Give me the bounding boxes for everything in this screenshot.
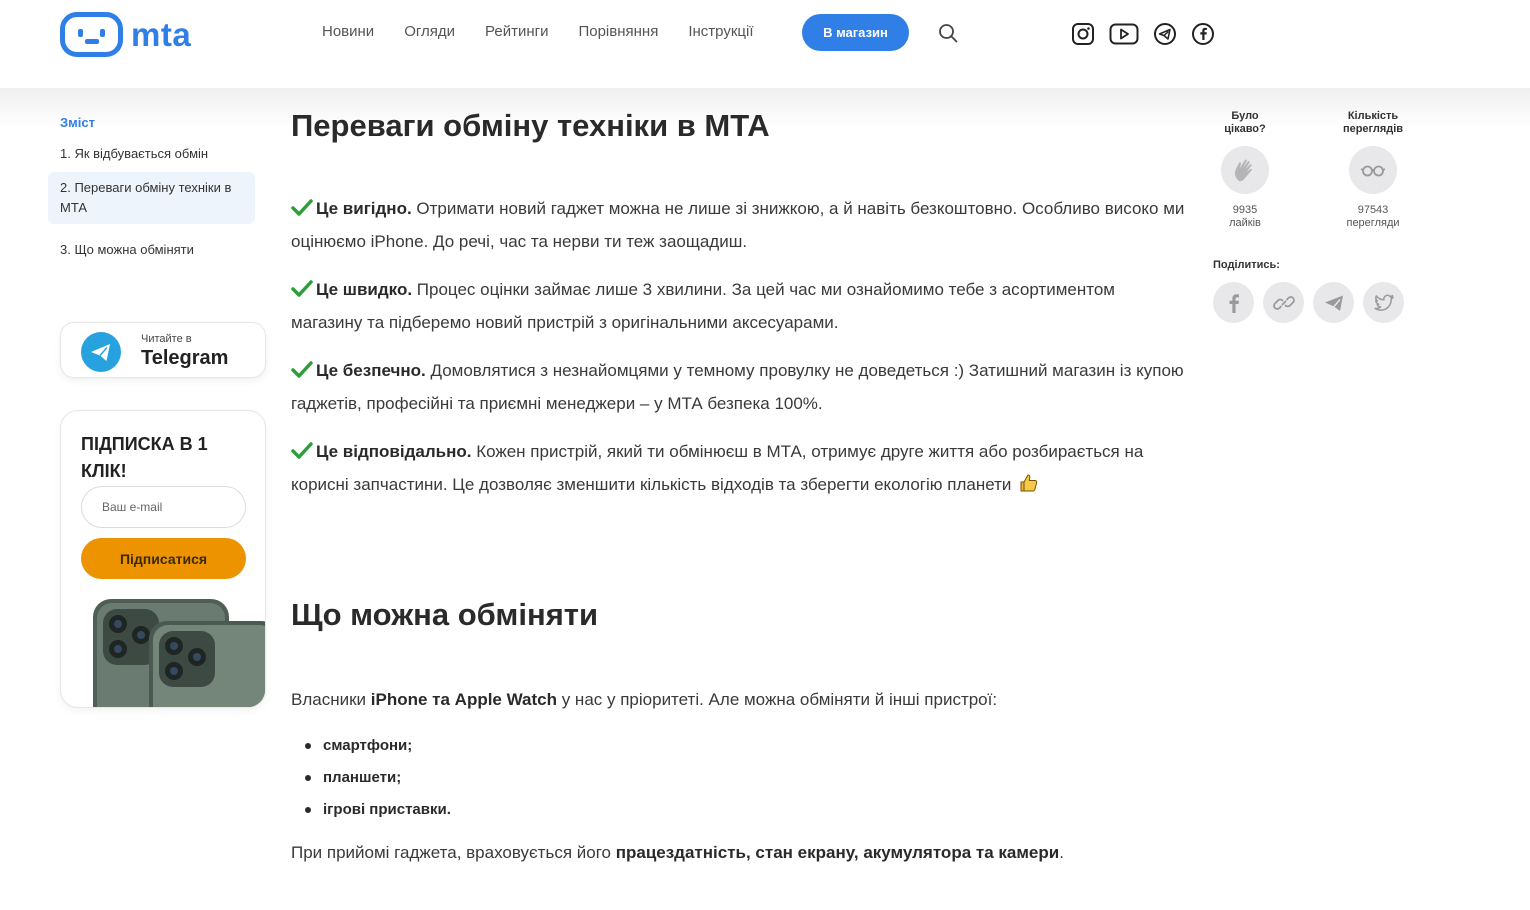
toc-item-what-to-exchange[interactable]: 3. Що можна обміняти — [48, 234, 255, 266]
benefit-responsible: Це відповідально. Кожен пристрій, який т… — [291, 436, 1186, 501]
toc-item-exchange-benefits[interactable]: 2. Переваги обміну техніки в МТА — [48, 172, 255, 224]
accept-text-bold: працездатність, стан екрану, акумулятора… — [615, 843, 1060, 862]
nav-reviews[interactable]: Огляди — [404, 22, 455, 42]
search-icon[interactable] — [938, 23, 958, 43]
telegram-card[interactable]: Читайте в Telegram — [60, 322, 266, 378]
benefit-text: Процес оцінки займає лише 3 хвилини. За … — [291, 280, 1115, 332]
likes-unit: лайків — [1229, 217, 1261, 229]
logo-mark-icon — [60, 12, 123, 57]
views-count: 97543 перегляди — [1333, 204, 1413, 230]
telegram-card-title: Telegram — [141, 347, 229, 369]
liked-label: Було цікаво? — [1224, 110, 1266, 135]
main-nav: Новини Огляди Рейтинги Порівняння Інстру… — [322, 22, 754, 42]
toc-title: Зміст — [60, 115, 95, 130]
share-twitter-button[interactable] — [1363, 282, 1404, 323]
benefit-fast: Це швидко. Процес оцінки займає лише 3 х… — [291, 274, 1186, 339]
link-icon — [1272, 295, 1295, 310]
owners-paragraph: Власники iPhone та Apple Watch у нас у п… — [291, 684, 1186, 717]
header: mta Новини Огляди Рейтинги Порівняння Ін… — [0, 0, 1530, 88]
subscribe-button[interactable]: Підписатися — [81, 538, 246, 579]
logo-text: mta — [131, 16, 192, 53]
logo[interactable]: mta — [60, 12, 191, 57]
facebook-icon — [1229, 293, 1239, 313]
toc-item-how-exchange-works[interactable]: 1. Як відбувається обмін — [48, 138, 255, 170]
accept-text-pre: При прийомі гаджета, враховується його — [291, 843, 616, 862]
glasses-icon — [1360, 165, 1386, 177]
views-value: 97543 — [1357, 204, 1389, 216]
facebook-icon[interactable] — [1191, 22, 1215, 51]
likes-value: 9935 — [1232, 204, 1258, 216]
telegram-icon — [1324, 295, 1343, 311]
list-item: ігрові приставки. — [305, 794, 451, 826]
list-item: планшети; — [305, 762, 451, 794]
owners-text-post: у нас у пріоритеті. Але можна обміняти й… — [556, 690, 998, 709]
accept-text-post: . — [1059, 843, 1064, 862]
thumbs-up-icon — [1020, 473, 1038, 491]
telegram-card-caption: Читайте в — [141, 333, 192, 345]
section-title-what-to-exchange: Що можна обміняти — [291, 597, 599, 632]
acceptance-paragraph: При прийомі гаджета, враховується його п… — [291, 837, 1186, 870]
nav-news[interactable]: Новини — [322, 22, 374, 42]
share-telegram-button[interactable] — [1313, 282, 1354, 323]
share-facebook-button[interactable] — [1213, 282, 1254, 323]
twitter-icon — [1373, 294, 1394, 311]
benefit-title: Це вигідно. — [316, 199, 412, 218]
clap-icon — [1235, 159, 1252, 182]
youtube-icon[interactable] — [1109, 23, 1139, 50]
telegram-logo-icon — [81, 332, 121, 372]
shop-button[interactable]: В магазин — [802, 14, 909, 51]
check-mark-icon — [291, 442, 313, 459]
benefit-title: Це відповідально. — [316, 442, 472, 461]
benefit-title: Це швидко. — [316, 280, 413, 299]
device-list: смартфони; планшети; ігрові приставки. — [305, 730, 451, 826]
nav-comparison[interactable]: Порівняння — [578, 22, 658, 42]
instagram-icon[interactable] — [1071, 22, 1095, 51]
nav-instructions[interactable]: Інструкції — [688, 22, 753, 42]
check-mark-icon — [291, 199, 313, 216]
views-label: Кількість переглядів — [1342, 110, 1404, 135]
views-badge — [1349, 146, 1397, 194]
share-label: Поділитись: — [1213, 259, 1280, 271]
nav-ratings[interactable]: Рейтинги — [485, 22, 548, 42]
telegram-icon[interactable] — [1153, 22, 1177, 51]
article-title: Переваги обміну техніки в МТА — [291, 108, 770, 143]
views-unit: перегляди — [1346, 217, 1400, 229]
benefit-title: Це безпечно. — [316, 361, 426, 380]
benefit-text: Домовлятися з незнайомцями у темному про… — [291, 361, 1184, 413]
header-social — [1071, 22, 1215, 51]
check-mark-icon — [291, 280, 313, 297]
subscribe-title: ПІДПИСКА В 1 КЛІК! — [81, 434, 208, 481]
like-button[interactable] — [1221, 146, 1269, 194]
benefit-text: Отримати новий гаджет можна не лише зі з… — [291, 199, 1185, 251]
benefit-profitable: Це вигідно. Отримати новий гаджет можна … — [291, 193, 1186, 258]
benefit-safe: Це безпечно. Домовлятися з незнайомцями … — [291, 355, 1186, 420]
subscribe-card: ПІДПИСКА В 1 КЛІК! Підписатися — [60, 410, 266, 708]
owners-text-pre: Власники — [291, 690, 371, 709]
list-item: смартфони; — [305, 730, 451, 762]
likes-count: 9935 лайків — [1215, 204, 1275, 230]
email-field[interactable] — [81, 486, 246, 528]
owners-text-bold: iPhone та Apple Watch — [370, 690, 557, 709]
share-link-button[interactable] — [1263, 282, 1304, 323]
iphone-illustration — [93, 599, 265, 707]
check-mark-icon — [291, 361, 313, 378]
